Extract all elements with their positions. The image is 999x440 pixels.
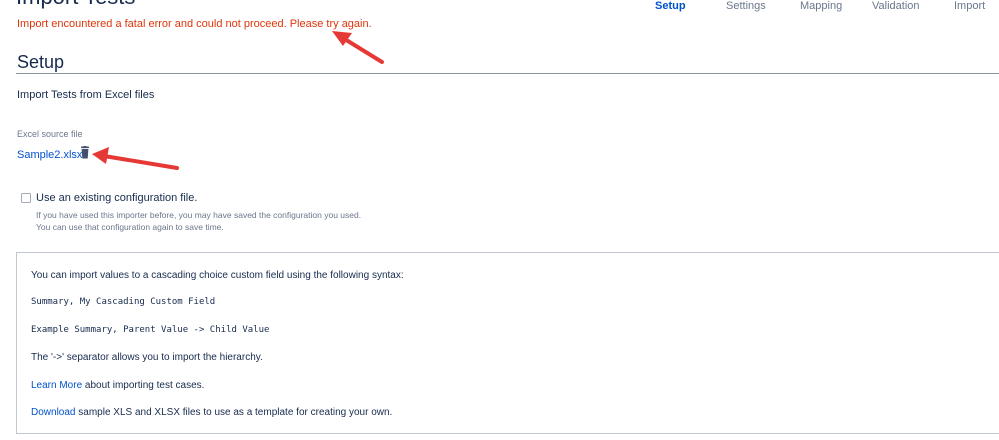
info-panel: You can import values to a cascading cho… [16,252,999,434]
section-title: Setup [17,52,65,72]
download-text: sample XLS and XLSX files to use as a te… [75,407,393,418]
learn-more-line: Learn More about importing test cases. [31,380,204,391]
tab-mapping[interactable]: Mapping [800,0,842,12]
error-annotation-arrow [332,31,384,64]
config-checkbox[interactable] [21,193,31,203]
config-help-text: If you have used this importer before, y… [36,210,362,220]
trash-icon[interactable] [79,146,91,159]
error-message: Import encountered a fatal error and cou… [17,18,372,30]
tab-import[interactable]: Import [954,0,985,12]
source-file-link[interactable]: Sample2.xlsx [17,149,82,161]
syntax-example-1: Summary, My Cascading Custom Field [31,297,216,307]
section-subtitle: Import Tests from Excel files [17,89,155,101]
config-checkbox-label[interactable]: Use an existing configuration file. [36,192,197,204]
download-link[interactable]: Download [31,407,75,418]
tab-setup[interactable]: Setup [655,0,686,12]
syntax-example-2: Example Summary, Parent Value -> Child V… [31,325,270,335]
learn-more-link[interactable]: Learn More [31,380,82,391]
page-heading-clipped: Import Tests [16,0,135,10]
separator-note: The '->' separator allows you to import … [31,352,263,363]
source-file-label: Excel source file [17,129,83,139]
download-line: Download sample XLS and XLSX files to us… [31,407,392,418]
info-intro: You can import values to a cascading cho… [31,270,404,281]
section-divider [16,73,999,74]
tab-validation[interactable]: Validation [872,0,920,12]
tab-settings[interactable]: Settings [726,0,766,12]
wizard-steps: Setup Settings Mapping Validation Import [640,0,999,14]
config-help-text-2: You can use that configuration again to … [36,222,224,232]
learn-more-text: about importing test cases. [82,380,205,391]
file-annotation-arrow [92,147,179,170]
